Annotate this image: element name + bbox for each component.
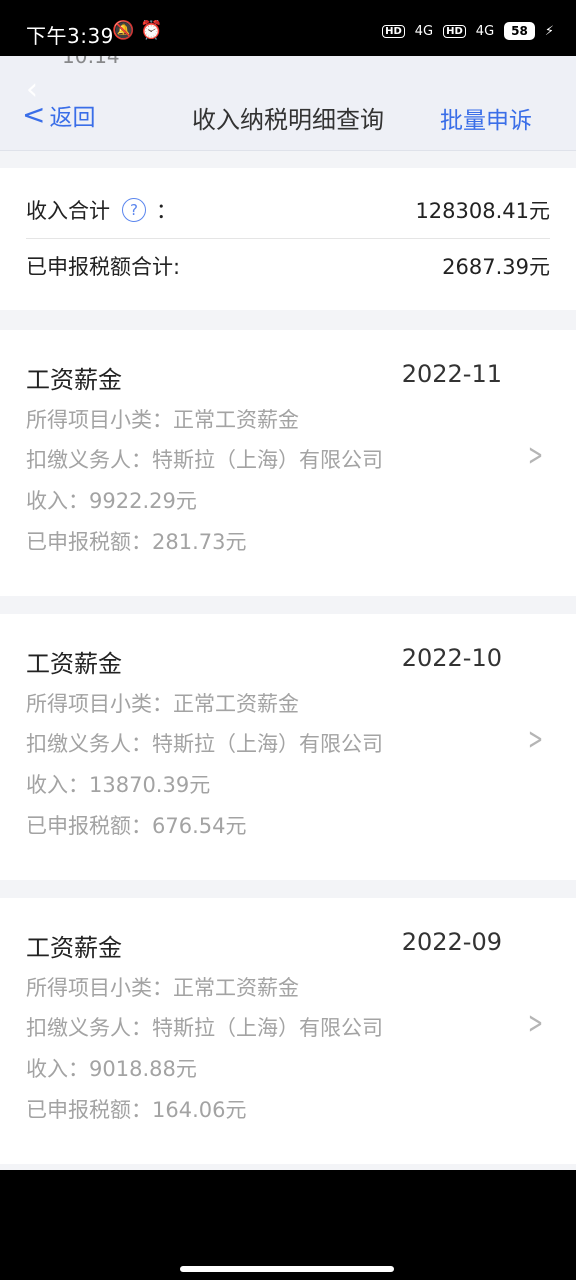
- record-type: 工资薪金: [26, 366, 122, 394]
- summary-panel: 收入合计 ? ： 128308.41元 已申报税额合计: 2687.39元: [0, 168, 576, 310]
- record-withholder: 扣缴义务人：特斯拉（上海）有限公司: [26, 732, 383, 756]
- chevron-right-icon[interactable]: >: [528, 1006, 543, 1041]
- record-income: 收入：9922.29元: [26, 489, 197, 513]
- record-card[interactable]: 工资薪金 2022-11 所得项目小类：正常工资薪金 扣缴义务人：特斯拉（上海）…: [0, 330, 576, 596]
- record-card[interactable]: 工资薪金 2022-09 所得项目小类：正常工资薪金 扣缴义务人：特斯拉（上海）…: [0, 898, 576, 1164]
- status-bar: 下午3:39 🔕 ⏰ HD 4G HD 4G 58 ⚡: [0, 0, 576, 56]
- record-tax: 已申报税额：164.06元: [26, 1098, 247, 1122]
- income-total-value: 128308.41元: [415, 199, 550, 223]
- status-time: 下午3:39: [26, 24, 114, 48]
- income-total-colon: ：: [156, 199, 177, 223]
- record-period: 2022-11: [401, 360, 502, 388]
- system-nav-area: [0, 1170, 576, 1280]
- signal-icon: 4G: [414, 23, 434, 39]
- tax-total-row: 已申报税额合计: 2687.39元: [26, 238, 550, 294]
- help-icon[interactable]: ?: [122, 198, 146, 222]
- record-tax: 已申报税额：676.54元: [26, 814, 247, 838]
- record-withholder: 扣缴义务人：特斯拉（上海）有限公司: [26, 1016, 383, 1040]
- status-notification-icons: 🔕 ⏰: [112, 20, 163, 41]
- batch-appeal-button[interactable]: 批量申诉: [440, 101, 532, 135]
- ghost-status-time: 10:14: [62, 56, 120, 68]
- signal-icon-2: 4G: [475, 23, 495, 39]
- record-withholder: 扣缴义务人：特斯拉（上海）有限公司: [26, 448, 383, 472]
- app-screen: 10:14 ‹ < 返回 收入纳税明细查询 批量申诉 收入合计 ? ： 1283…: [0, 56, 576, 1170]
- record-subcategory: 所得项目小类：正常工资薪金: [26, 976, 299, 1000]
- record-income: 收入：9018.88元: [26, 1057, 197, 1081]
- tax-total-label: 已申报税额合计:: [26, 255, 181, 279]
- nav-bar: 10:14 ‹ < 返回 收入纳税明细查询 批量申诉: [0, 56, 576, 151]
- record-tax: 已申报税额：281.73元: [26, 530, 247, 554]
- record-card[interactable]: 工资薪金 2022-10 所得项目小类：正常工资薪金 扣缴义务人：特斯拉（上海）…: [0, 614, 576, 880]
- home-indicator[interactable]: [180, 1266, 394, 1272]
- income-total-label: 收入合计: [26, 199, 110, 223]
- record-period: 2022-10: [401, 644, 502, 672]
- income-total-row: 收入合计 ? ： 128308.41元: [26, 182, 550, 239]
- status-right-group: HD 4G HD 4G 58 ⚡: [382, 22, 554, 40]
- hd-icon-2: HD: [443, 24, 466, 38]
- battery-icon: 58: [504, 22, 535, 40]
- record-subcategory: 所得项目小类：正常工资薪金: [26, 408, 299, 432]
- income-total-label-group: 收入合计 ? ：: [26, 195, 177, 225]
- charging-icon: ⚡: [544, 23, 554, 39]
- tax-total-value: 2687.39元: [442, 255, 550, 279]
- record-income: 收入：13870.39元: [26, 773, 211, 797]
- chevron-right-icon[interactable]: >: [528, 722, 543, 757]
- hd-icon: HD: [382, 24, 405, 38]
- record-type: 工资薪金: [26, 934, 122, 962]
- record-type: 工资薪金: [26, 650, 122, 678]
- record-period: 2022-09: [401, 928, 502, 956]
- chevron-right-icon[interactable]: >: [528, 438, 543, 473]
- record-subcategory: 所得项目小类：正常工资薪金: [26, 692, 299, 716]
